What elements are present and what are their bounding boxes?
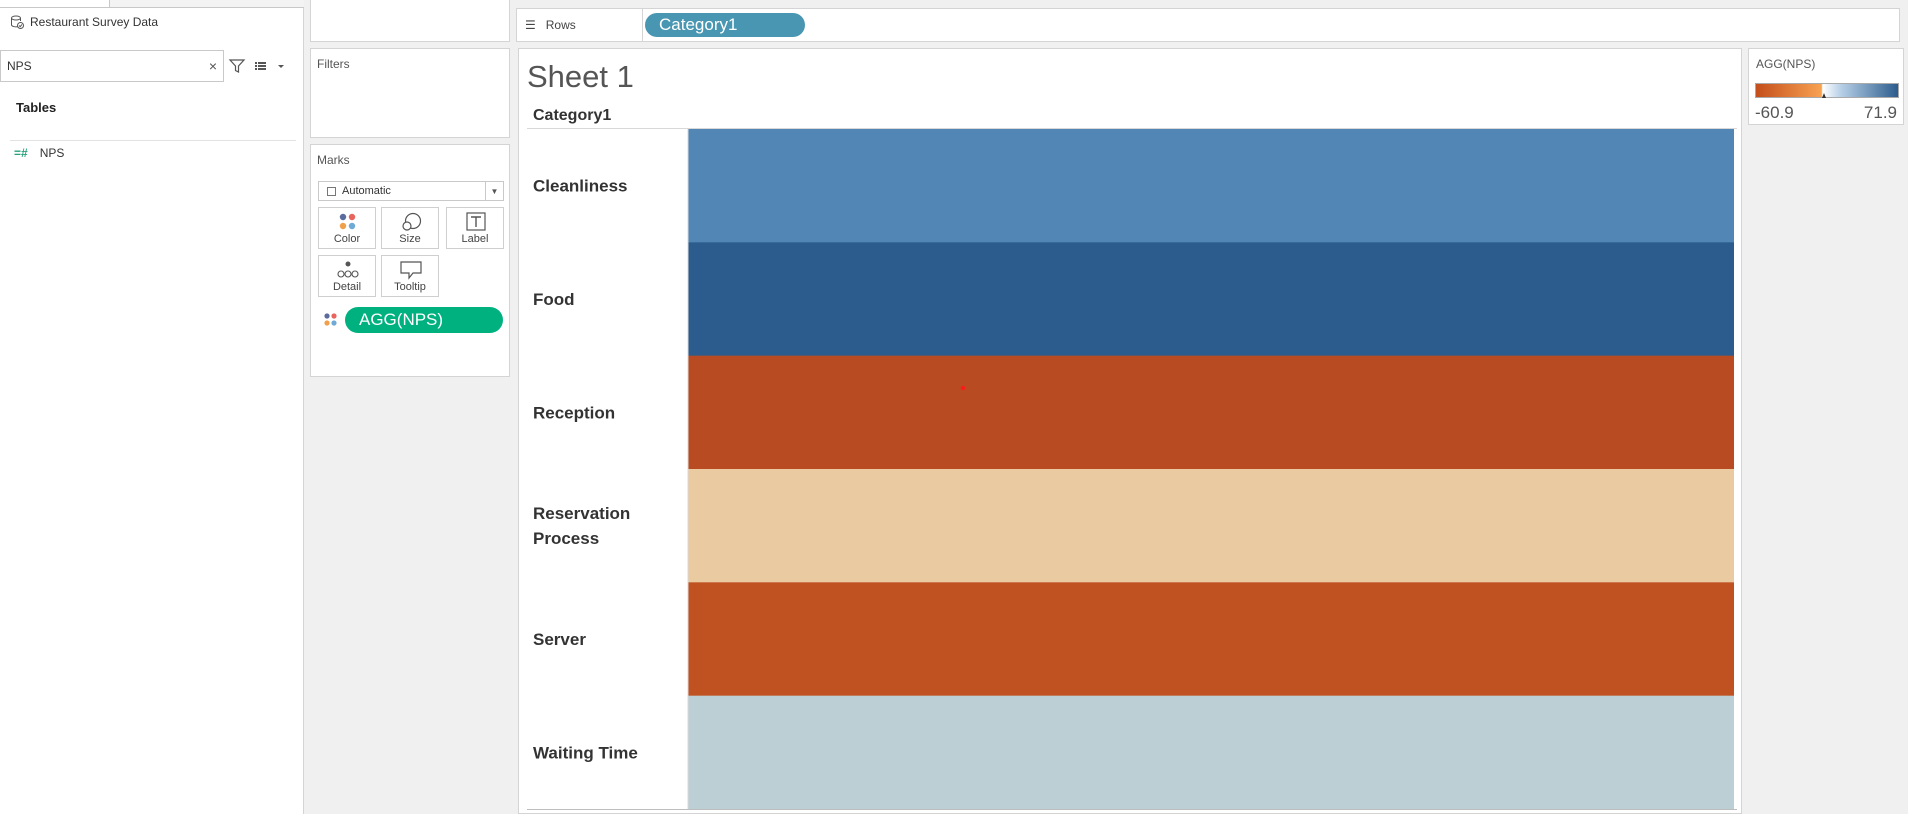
category-label[interactable]: Reservation Process (533, 504, 630, 548)
size-button[interactable]: Size (381, 207, 439, 249)
database-icon (11, 15, 24, 29)
heatmap-chart: Cleanliness Food Reception Reservation Proce… (533, 129, 1734, 810)
category-label[interactable]: Waiting Time (533, 743, 638, 762)
heatmap-cell[interactable] (688, 129, 1734, 243)
data-source-tab[interactable] (0, 0, 110, 8)
color-button[interactable]: Color (318, 207, 376, 249)
worksheet-view: Sheet 1 Category1 Cleanliness Food Recepti… (518, 48, 1742, 814)
filters-card[interactable]: Filters (310, 48, 510, 138)
tooltip-button[interactable]: Tooltip (381, 255, 439, 297)
legend-title: AGG(NPS) (1756, 57, 1816, 71)
heatmap-cell[interactable] (688, 582, 1734, 697)
filter-icon[interactable] (228, 56, 246, 76)
filters-title: Filters (317, 57, 350, 71)
color-dots-icon (339, 213, 356, 230)
label-label: Label (461, 233, 489, 245)
speech-bubble-icon (400, 261, 422, 280)
category1-pill[interactable]: Category1 (645, 13, 805, 37)
heatmap-cell[interactable] (688, 242, 1734, 357)
marks-title: Marks (317, 153, 350, 167)
tooltip-label: Tooltip (394, 281, 426, 293)
divider (10, 140, 296, 141)
rows-icon: ☰ (525, 18, 536, 32)
detail-label: Detail (332, 281, 362, 293)
rows-shelf[interactable]: ☰ Rows Category1 (516, 8, 1900, 42)
color-dots-icon (324, 313, 337, 326)
rows-shelf-label: ☰ Rows (517, 9, 643, 41)
tables-heading: Tables (16, 100, 57, 115)
measure-field-icon: =# (14, 146, 28, 160)
color-legend[interactable]: AGG(NPS) -60.9 71.9 (1748, 48, 1904, 125)
category-label[interactable]: Server (533, 630, 586, 649)
data-source-name: Restaurant Survey Data (30, 15, 159, 29)
agg-nps-pill[interactable]: AGG(NPS) (345, 307, 503, 333)
detail-dots-icon (337, 261, 359, 278)
legend-max-value: 71.9 (1863, 103, 1897, 122)
chevron-down-icon (278, 65, 284, 68)
color-encoding-row: AGG(NPS) (323, 307, 503, 333)
field-search-box[interactable]: × (0, 50, 224, 82)
mark-type-dropdown[interactable]: Automatic ▼ (318, 181, 504, 201)
tableau-workspace: Restaurant Survey Data × Tables =# NPS (0, 0, 1908, 814)
category-label[interactable]: Reception (533, 403, 615, 422)
size-circles-icon (402, 212, 422, 231)
legend-center-marker (1822, 93, 1826, 98)
cursor-dot (960, 385, 966, 391)
size-label: Size (399, 233, 421, 245)
mark-type-value: Automatic (342, 185, 391, 197)
heatmap-cell[interactable] (688, 469, 1734, 583)
data-pane: Restaurant Survey Data × Tables =# NPS (0, 0, 304, 814)
category-label[interactable]: Food (533, 290, 575, 309)
legend-gradient (1755, 83, 1899, 98)
analytics-tab[interactable] (110, 0, 304, 8)
marks-card: Marks Automatic ▼ Color Size Label Detai… (310, 144, 510, 377)
detail-button[interactable]: Detail (318, 255, 376, 297)
grid-view-icon (255, 62, 266, 70)
text-label-icon (466, 212, 486, 231)
divider (527, 809, 1737, 810)
color-label: Color (333, 233, 361, 245)
field-item-nps[interactable]: =# NPS (14, 144, 64, 162)
data-source-item[interactable]: Restaurant Survey Data (10, 14, 158, 30)
clear-search-icon[interactable]: × (209, 58, 217, 74)
search-input[interactable] (7, 59, 197, 73)
pages-card[interactable] (310, 0, 510, 42)
heatmap-cell[interactable] (688, 695, 1734, 810)
category-label[interactable]: Cleanliness (533, 177, 628, 196)
field-label: NPS (39, 146, 65, 160)
legend-min-value: -60.9 (1755, 103, 1794, 122)
chevron-down-icon[interactable]: ▼ (485, 182, 503, 200)
heatmap-cell[interactable] (688, 355, 1734, 470)
square-mark-icon (327, 186, 336, 196)
view-options-button[interactable] (254, 56, 290, 76)
rows-label-text: Rows (545, 18, 576, 32)
label-button[interactable]: Label (446, 207, 504, 249)
